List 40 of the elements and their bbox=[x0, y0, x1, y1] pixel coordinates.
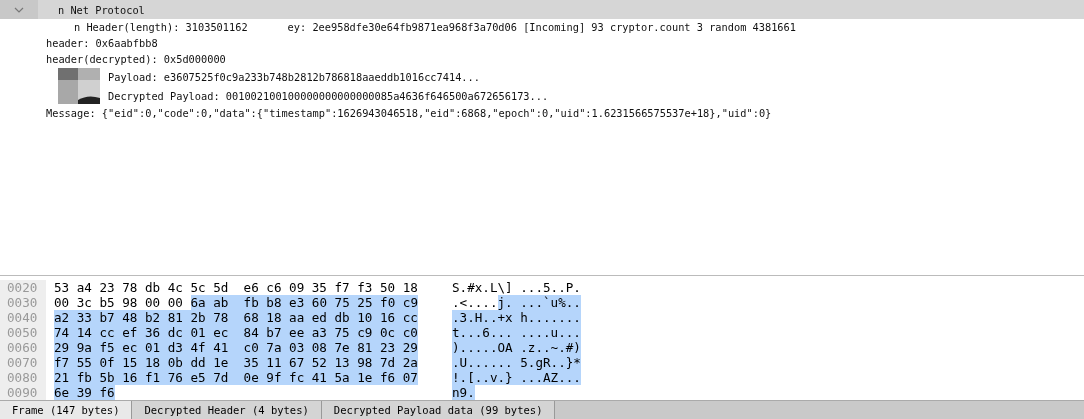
hex-bytes[interactable]: 53 a4 23 78 db 4c 5c 5d e6 c6 09 35 f7 f3 50 18 bbox=[54, 280, 418, 296]
ascii-bytes[interactable]: .3.H..+x h....... bbox=[452, 310, 581, 326]
ascii-bytes[interactable]: .U...... 5.gR..}* bbox=[452, 355, 581, 371]
ascii-bytes[interactable]: .<.... bbox=[452, 295, 498, 311]
byte-tab[interactable]: Decrypted Payload data (99 bytes) bbox=[321, 401, 556, 419]
hex-bytes[interactable]: a2 33 b7 48 b2 81 2b 78 68 18 aa ed db 10 16 cc bbox=[54, 310, 418, 326]
hex-bytes[interactable]: 21 fb 5b 16 f1 76 e5 7d 0e 9f fc 41 5a 1e f6 07 bbox=[54, 370, 418, 386]
offset-label: 0050 bbox=[0, 325, 46, 341]
hex-bytes[interactable]: 00 3c b5 98 00 00 bbox=[54, 295, 183, 311]
tree-item[interactable]: Payload: e3607525f0c9a233b748b2812b786818aaeddb1016cc7414... bbox=[108, 70, 480, 83]
offset-label: 0080 bbox=[0, 370, 46, 386]
hex-bytes[interactable]: 74 14 cc ef 36 dc 01 ec 84 b7 ee a3 75 c9 0c c0 bbox=[54, 325, 418, 341]
payload-icon bbox=[58, 68, 100, 104]
offset-label: 0040 bbox=[0, 310, 46, 326]
tree-item[interactable]: n Header(length): 3103501162 bbox=[74, 21, 248, 33]
offset-label: 0090 bbox=[0, 385, 46, 401]
tree-item[interactable]: Decrypted Payload: 001002100100000000000000085a4636f646500a672656173... bbox=[108, 89, 549, 102]
byte-tab[interactable]: Decrypted Header (4 bytes) bbox=[132, 401, 322, 419]
ascii-bytes[interactable]: j. ...`u%.. bbox=[497, 295, 581, 311]
offset-label: 0030 bbox=[0, 295, 46, 311]
offset-label: 0060 bbox=[0, 340, 46, 356]
hex-bytes[interactable]: 29 9a f5 ec 01 d3 4f 41 c0 7a 03 08 7e 81 23 29 bbox=[54, 340, 418, 356]
ascii-bytes[interactable]: t...6... ....u... bbox=[452, 325, 581, 341]
hex-bytes[interactable]: 6a ab fb b8 e3 60 75 25 f0 c9 bbox=[190, 295, 418, 311]
hex-bytes[interactable]: f7 55 0f 15 18 0b dd 1e 35 11 67 52 13 98 7d 2a bbox=[54, 355, 418, 371]
protocol-section-header[interactable]: n Net Protocol bbox=[0, 0, 1084, 19]
chevron-icon bbox=[0, 0, 38, 19]
tree-item[interactable]: Message: {"eid":0,"code":0,"data":{"timestamp":1626943046518,"eid":6868,"epoch":0,"uid":1.6231566575537e+18},"uid":0} bbox=[46, 107, 772, 119]
tree-item[interactable]: header(decrypted): 0x5d000000 bbox=[46, 53, 226, 65]
tree-item[interactable]: header: 0x6aabfbb8 bbox=[46, 37, 158, 49]
ascii-bytes[interactable]: !.[..v.} ...AZ... bbox=[452, 370, 581, 386]
section-title: n Net Protocol bbox=[58, 3, 145, 16]
offset-label: 0020 bbox=[0, 280, 46, 296]
tree-item[interactable]: ey: 2ee958dfe30e64fb9871ea968f3a70d06 [Incoming] 93 cryptor.count 3 random 4381661 bbox=[287, 21, 796, 33]
offset-label: 0070 bbox=[0, 355, 46, 371]
ascii-bytes[interactable]: S.#x.L\] ...5..P. bbox=[452, 280, 581, 296]
ascii-bytes[interactable]: ).....OA .z..~.#) bbox=[452, 340, 581, 356]
byte-tab[interactable]: Frame (147 bytes) bbox=[0, 401, 133, 419]
ascii-bytes[interactable]: n9. bbox=[452, 385, 475, 401]
hex-bytes[interactable]: 6e 39 f6 bbox=[54, 385, 115, 401]
